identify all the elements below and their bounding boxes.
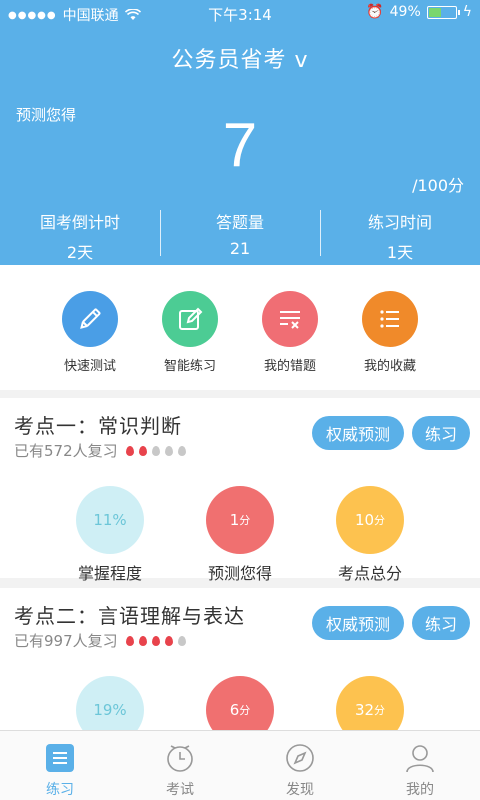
practice-button[interactable]: 练习 (412, 416, 470, 450)
stat-value: 21 (229, 239, 251, 258)
difficulty-rating (125, 635, 186, 646)
difficulty-rating (125, 445, 186, 456)
metric-value: 11% (93, 511, 127, 529)
metric-total: 10 分 考点总分 (305, 486, 435, 584)
predicted-score: 7 (222, 111, 258, 180)
metric-unit: 分 (374, 514, 386, 527)
metric-unit: 分 (374, 704, 386, 717)
status-bar: ●●●●● 中国联通 下午3:14 ⏰ 49% ϟ (0, 0, 480, 28)
difficulty-drop-icon (151, 635, 160, 646)
topic-card: 考点二：言语理解与表达 已有997人复习 权威预测 练习 19% 6分 32 分 (0, 588, 480, 730)
metric-circle: 19% (76, 676, 144, 730)
metric-circle: 11% (76, 486, 144, 554)
battery-icon (426, 5, 460, 19)
tab-label: 发现 (286, 782, 314, 798)
metric-label: 考点总分 (337, 564, 402, 583)
action-label: 我的收藏 (363, 359, 416, 374)
action-smart-practice[interactable]: 智能练习 (140, 291, 240, 390)
stat-practice-time: 练习时间 1天 (320, 205, 480, 265)
action-label: 智能练习 (163, 359, 216, 374)
authority-predict-button[interactable]: 权威预测 (312, 416, 404, 450)
topic-metrics: 19% 6分 32 分 (0, 676, 480, 730)
metric-circle: 6分 (206, 676, 274, 730)
metric-value: 1 (229, 511, 240, 529)
tab-bar: 练习 考试 发现 我的 (0, 730, 480, 800)
user-icon (403, 741, 437, 775)
metric-label: 掌握程度 (77, 564, 142, 583)
metric-circle: 32 分 (336, 676, 404, 730)
difficulty-drop-icon (125, 635, 134, 646)
metric-label: 预测您得 (207, 564, 272, 583)
reviewer-count: 已有572人复习 (14, 442, 118, 460)
tab-practice[interactable]: 练习 (0, 731, 120, 800)
metric-mastery: 11% 掌握程度 (45, 486, 175, 584)
tab-label: 练习 (46, 782, 74, 798)
stats-row: 国考倒计时 2天 答题量 21 练习时间 1天 (0, 205, 480, 265)
tab-exam[interactable]: 考试 (120, 731, 240, 800)
difficulty-drop-icon (151, 445, 160, 456)
metric-unit: 分 (239, 514, 251, 527)
authority-predict-button[interactable]: 权威预测 (312, 606, 404, 640)
action-wrong-questions[interactable]: 我的错题 (240, 291, 340, 390)
topic-card: 考点一：常识判断 已有572人复习 权威预测 练习 11% 掌握程度 1分 预测… (0, 398, 480, 583)
action-label: 我的错题 (263, 359, 316, 374)
pencil-icon (62, 291, 118, 347)
action-label: 快速测试 (63, 359, 116, 374)
topic-title: 考点一：常识判断 (14, 414, 182, 438)
metric-predicted: 1分 预测您得 (175, 486, 305, 584)
practice-button[interactable]: 练习 (412, 606, 470, 640)
metric-predicted: 6分 (175, 676, 305, 730)
difficulty-drop-icon (177, 635, 186, 646)
exam-selector[interactable]: 公务员省考 v (0, 42, 480, 74)
metric-value: 10 (354, 511, 375, 529)
action-quick-test[interactable]: 快速测试 (40, 291, 140, 390)
stat-value: 1天 (386, 243, 414, 262)
topic-title: 考点二：言语理解与表达 (14, 604, 245, 628)
stat-countdown: 国考倒计时 2天 (0, 205, 160, 265)
topic-metrics: 11% 掌握程度 1分 预测您得 10 分 考点总分 (0, 486, 480, 584)
metric-value: 32 (354, 701, 375, 719)
metric-value: 6 (229, 701, 240, 719)
metric-circle: 10 分 (336, 486, 404, 554)
alarm-icon: ⏰ (366, 4, 384, 20)
total-score: /100分 (412, 176, 464, 195)
tab-mine[interactable]: 我的 (360, 731, 480, 800)
header: ●●●●● 中国联通 下午3:14 ⏰ 49% ϟ 公务员省考 v 预测您得 7… (0, 0, 480, 265)
tab-label: 考试 (166, 782, 194, 798)
stat-label: 答题量 (215, 213, 264, 232)
wrong-list-icon (262, 291, 318, 347)
battery-percent: 49% (389, 4, 421, 20)
difficulty-drop-icon (138, 445, 147, 456)
list-icon (43, 741, 77, 775)
tab-discover[interactable]: 发现 (240, 731, 360, 800)
stat-value: 2天 (66, 243, 94, 262)
metric-mastery: 19% (45, 676, 175, 730)
favorites-list-icon (362, 291, 418, 347)
metric-circle: 1分 (206, 486, 274, 554)
stat-answered: 答题量 21 (160, 205, 320, 265)
clock-icon (163, 741, 197, 775)
difficulty-drop-icon (138, 635, 147, 646)
charging-icon: ϟ (462, 4, 472, 20)
metric-unit: 分 (239, 704, 251, 717)
metric-value: 19% (93, 701, 127, 719)
topic-subtitle: 已有997人复习 (14, 630, 186, 651)
difficulty-drop-icon (164, 635, 173, 646)
stat-label: 练习时间 (367, 213, 432, 232)
quick-actions: 快速测试 智能练习 我的错题 我的收藏 (0, 265, 480, 390)
reviewer-count: 已有997人复习 (14, 632, 118, 650)
stat-label: 国考倒计时 (39, 213, 120, 232)
compass-icon (283, 741, 317, 775)
difficulty-drop-icon (177, 445, 186, 456)
difficulty-drop-icon (125, 445, 134, 456)
difficulty-drop-icon (164, 445, 173, 456)
edit-icon (162, 291, 218, 347)
tab-label: 我的 (406, 782, 434, 798)
metric-total: 32 分 (305, 676, 435, 730)
topic-subtitle: 已有572人复习 (14, 440, 186, 461)
action-favorites[interactable]: 我的收藏 (340, 291, 440, 390)
